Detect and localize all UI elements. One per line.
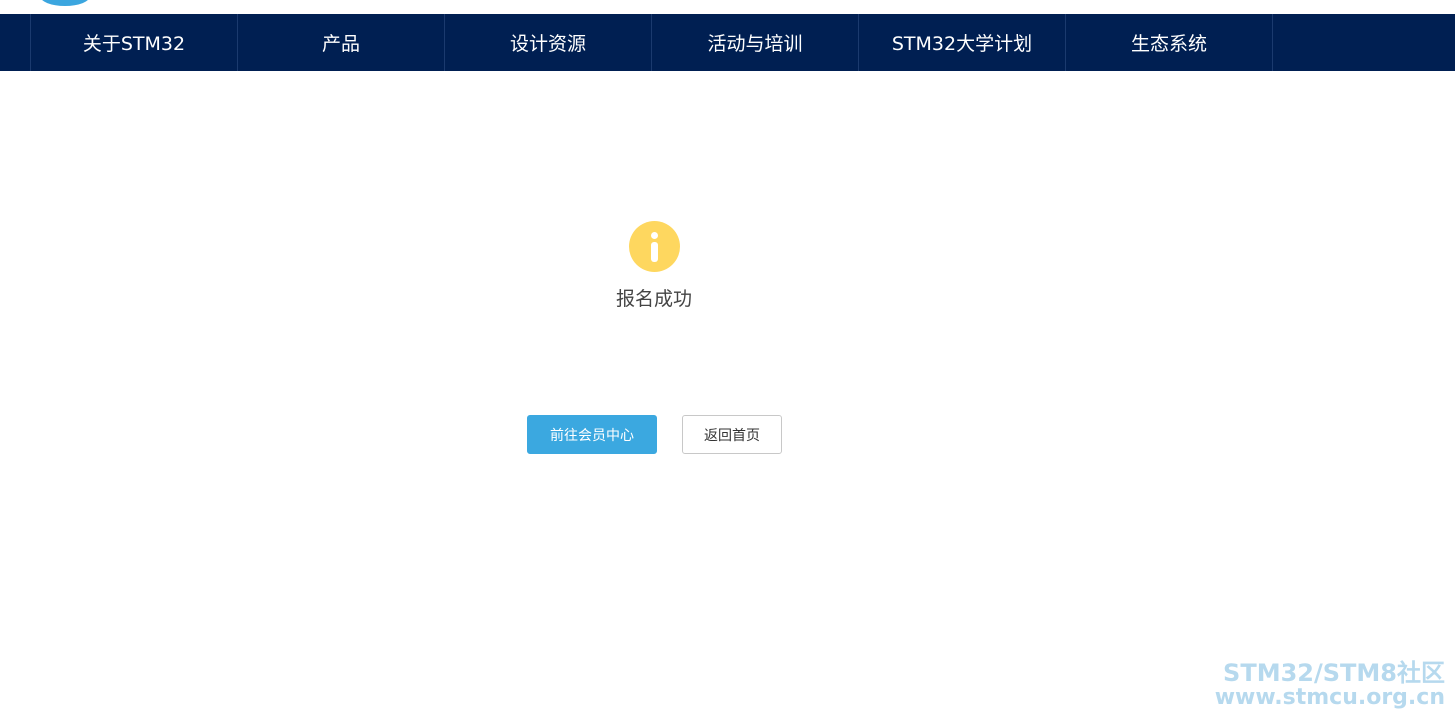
nav-item-university-program[interactable]: STM32大学计划	[859, 14, 1066, 71]
site-logo[interactable]	[40, 0, 90, 6]
result-message: 报名成功	[615, 288, 692, 310]
watermark-line2: www.stmcu.org.cn	[1214, 684, 1445, 710]
page: 关于STM32 产品 设计资源 活动与培训 STM32大学计划 生态系统 报名成…	[0, 0, 1455, 717]
nav-item-products[interactable]: 产品	[238, 14, 445, 71]
nav-item-about-stm32[interactable]: 关于STM32	[31, 14, 238, 71]
nav-item-events-training[interactable]: 活动与培训	[652, 14, 859, 71]
info-icon-dot	[651, 232, 658, 239]
watermark-line1: STM32/STM8社区	[1223, 658, 1445, 687]
nav-item-design-resources[interactable]: 设计资源	[445, 14, 652, 71]
nav-list: 关于STM32 产品 设计资源 活动与培训 STM32大学计划 生态系统	[30, 14, 1273, 71]
main-navigation: 关于STM32 产品 设计资源 活动与培训 STM32大学计划 生态系统	[0, 14, 1455, 71]
info-icon-bar	[651, 242, 658, 262]
back-home-button[interactable]: 返回首页	[682, 415, 782, 454]
site-watermark: STM32/STM8社区 www.stmcu.org.cn	[1214, 658, 1445, 710]
member-center-button[interactable]: 前往会员中心	[527, 415, 657, 454]
info-icon	[629, 221, 680, 272]
nav-item-ecosystem[interactable]: 生态系统	[1066, 14, 1273, 71]
